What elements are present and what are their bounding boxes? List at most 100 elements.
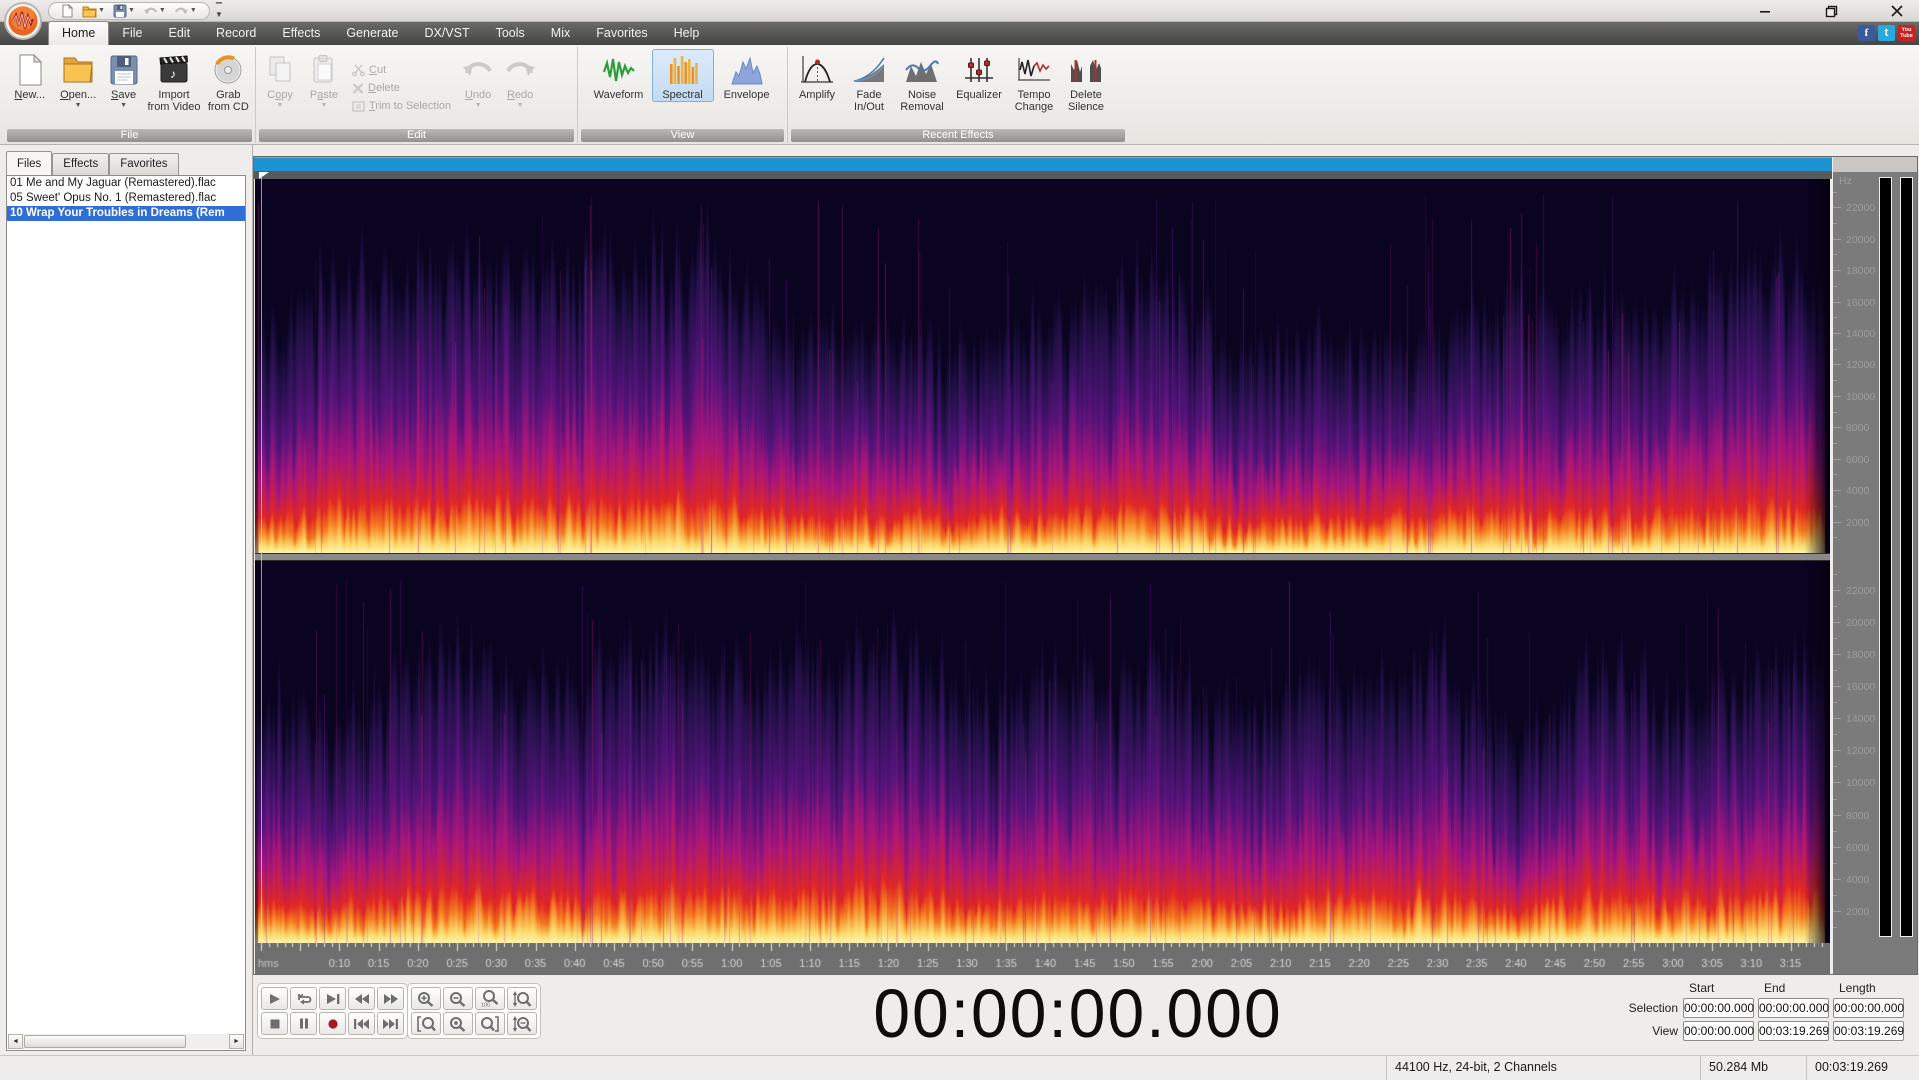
cut-button[interactable]: Cut bbox=[352, 64, 451, 76]
menu-tab-favorites[interactable]: Favorites bbox=[583, 22, 660, 45]
twitter-icon[interactable]: t bbox=[1878, 25, 1895, 41]
play-to-end-button[interactable] bbox=[319, 987, 346, 1010]
scrollbar-thumb[interactable] bbox=[24, 1035, 186, 1048]
restore-icon bbox=[1825, 5, 1837, 17]
selection-end-field[interactable]: 00:00:00.000 bbox=[1758, 998, 1829, 1018]
import-from-video-button[interactable]: ♪ Import from Video bbox=[144, 49, 203, 113]
redo-button[interactable]: ▼ bbox=[172, 3, 199, 19]
menu-tab-tools[interactable]: Tools bbox=[483, 22, 538, 45]
file-list[interactable]: 01 Me and My Jaguar (Remastered).flac 05 … bbox=[6, 175, 246, 1051]
view-start-field[interactable]: 00:00:00.000 bbox=[1683, 1021, 1754, 1041]
spectrogram-channel-2[interactable] bbox=[255, 561, 1830, 943]
fast-forward-button[interactable] bbox=[377, 987, 404, 1010]
undo-button[interactable]: ▼ bbox=[141, 3, 168, 19]
stop-button[interactable] bbox=[261, 1012, 288, 1035]
delete-silence-button[interactable]: Delete Silence bbox=[1060, 49, 1112, 113]
new-file-button[interactable] bbox=[59, 3, 76, 19]
file-list-item[interactable]: 01 Me and My Jaguar (Remastered).flac bbox=[7, 176, 245, 191]
close-button[interactable] bbox=[1887, 2, 1907, 20]
zoom-full-button[interactable] bbox=[443, 1012, 473, 1035]
zoom-vertical-out-button[interactable] bbox=[507, 1012, 537, 1035]
menu-tab-file[interactable]: File bbox=[109, 22, 155, 45]
spectrogram-channel-1[interactable] bbox=[255, 179, 1830, 553]
menu-tab-home[interactable]: Home bbox=[48, 21, 110, 45]
zoom-in-button[interactable] bbox=[411, 987, 441, 1010]
copy-button[interactable]: Copy ▼ bbox=[258, 49, 302, 110]
zoom-to-selection-end-button[interactable] bbox=[475, 1012, 505, 1035]
amplify-button[interactable]: Amplify bbox=[790, 49, 844, 101]
file-list-horizontal-scrollbar[interactable]: ◄ ► bbox=[8, 1034, 244, 1049]
pause-button[interactable] bbox=[290, 1012, 317, 1035]
save-dropdown-arrow[interactable]: ▼ bbox=[120, 102, 127, 110]
play-button[interactable] bbox=[261, 987, 288, 1010]
undo-ribbon-button[interactable]: Undo ▼ bbox=[457, 49, 499, 110]
menu-tab-record[interactable]: Record bbox=[203, 22, 269, 45]
trim-to-selection-button[interactable]: Trim to Selection bbox=[352, 100, 451, 112]
frequency-label: 12000 bbox=[1846, 745, 1876, 757]
zoom-to-selection-start-button[interactable] bbox=[411, 1012, 441, 1035]
record-button[interactable] bbox=[319, 1012, 346, 1035]
maximize-button[interactable] bbox=[1821, 2, 1841, 20]
menu-tab-dx-vst[interactable]: DX/VST bbox=[411, 22, 482, 45]
zoom-100-button[interactable]: 100 bbox=[475, 987, 505, 1010]
save-button[interactable]: ▼ bbox=[111, 3, 137, 19]
open-file-button[interactable]: ▼ bbox=[80, 3, 107, 19]
menu-tab-generate[interactable]: Generate bbox=[333, 22, 411, 45]
open-button[interactable]: Open... ▼ bbox=[53, 49, 102, 110]
view-length-field[interactable]: 00:03:19.269 bbox=[1833, 1021, 1904, 1041]
scroll-right-arrow[interactable]: ► bbox=[229, 1034, 244, 1049]
redo-ribbon-button[interactable]: Redo ▼ bbox=[499, 49, 541, 110]
menu-tab-effects[interactable]: Effects bbox=[269, 22, 333, 45]
undo-dropdown-arrow2[interactable]: ▼ bbox=[475, 102, 482, 110]
app-logo[interactable] bbox=[3, 1, 43, 41]
customize-toolbar-button[interactable]: ▔ ▼ bbox=[212, 4, 226, 19]
equalizer-button[interactable]: Equalizer bbox=[950, 49, 1008, 101]
frequency-label: 16000 bbox=[1846, 681, 1876, 693]
envelope-view-button[interactable]: Envelope bbox=[714, 49, 780, 101]
tab-files[interactable]: Files bbox=[6, 151, 53, 175]
file-list-item[interactable]: 10 Wrap Your Troubles in Dreams (Rem bbox=[7, 206, 245, 221]
open-dropdown-arrow[interactable]: ▼ bbox=[75, 102, 82, 110]
copy-dropdown-arrow[interactable]: ▼ bbox=[277, 102, 284, 110]
view-end-field[interactable]: 00:03:19.269 bbox=[1758, 1021, 1829, 1041]
selection-length-field[interactable]: 00:00:00.000 bbox=[1833, 998, 1904, 1018]
paste-button[interactable]: Paste ▼ bbox=[302, 49, 346, 110]
go-to-start-button[interactable] bbox=[348, 1012, 375, 1035]
save-ribbon-button[interactable]: Save ▼ bbox=[103, 49, 145, 110]
tab-effects[interactable]: Effects bbox=[52, 153, 110, 175]
youtube-icon[interactable]: You Tube bbox=[1898, 25, 1915, 41]
noise-removal-button[interactable]: Noise Removal bbox=[894, 49, 950, 113]
loop-play-button[interactable] bbox=[290, 987, 317, 1010]
undo-dropdown-caret[interactable]: ▼ bbox=[159, 3, 166, 19]
facebook-icon[interactable]: f bbox=[1858, 25, 1875, 41]
redo-dropdown-arrow2[interactable]: ▼ bbox=[517, 102, 524, 110]
scroll-left-arrow[interactable]: ◄ bbox=[8, 1034, 23, 1049]
tempo-change-button[interactable]: Tempo Change bbox=[1008, 49, 1060, 113]
timeline-ruler[interactable] bbox=[255, 943, 1830, 975]
menu-tab-edit[interactable]: Edit bbox=[156, 22, 204, 45]
horizontal-scrollbar[interactable] bbox=[254, 157, 1832, 172]
selection-start-field[interactable]: 00:00:00.000 bbox=[1683, 998, 1754, 1018]
spectral-view-button[interactable]: Spectral bbox=[651, 49, 714, 102]
redo-dropdown-caret[interactable]: ▼ bbox=[190, 3, 197, 19]
zoom-vertical-button[interactable] bbox=[507, 987, 537, 1010]
fade-in-out-button[interactable]: Fade In/Out bbox=[844, 49, 894, 113]
file-list-item[interactable]: 05 Sweet' Opus No. 1 (Remastered).flac bbox=[7, 191, 245, 206]
minimize-button[interactable] bbox=[1755, 2, 1775, 20]
delete-button[interactable]: Delete bbox=[352, 82, 451, 94]
grab-from-cd-button[interactable]: Grab from CD bbox=[204, 49, 253, 113]
save-dropdown-caret[interactable]: ▼ bbox=[128, 3, 135, 19]
new-button[interactable]: New... bbox=[6, 49, 53, 101]
frequency-tick bbox=[1833, 638, 1837, 639]
paste-dropdown-arrow[interactable]: ▼ bbox=[321, 102, 328, 110]
tab-favorites[interactable]: Favorites bbox=[109, 153, 179, 175]
status-file-size: 50.284 Mb bbox=[1700, 1056, 1806, 1080]
rewind-button[interactable] bbox=[348, 987, 375, 1010]
waveform-view-button[interactable]: Waveform bbox=[586, 49, 652, 101]
cursor-track[interactable] bbox=[254, 172, 1832, 179]
open-dropdown-caret[interactable]: ▼ bbox=[98, 3, 105, 19]
go-to-end-button[interactable] bbox=[377, 1012, 404, 1035]
menu-tab-mix[interactable]: Mix bbox=[538, 22, 583, 45]
zoom-out-button[interactable] bbox=[443, 987, 473, 1010]
menu-tab-help[interactable]: Help bbox=[661, 22, 713, 45]
